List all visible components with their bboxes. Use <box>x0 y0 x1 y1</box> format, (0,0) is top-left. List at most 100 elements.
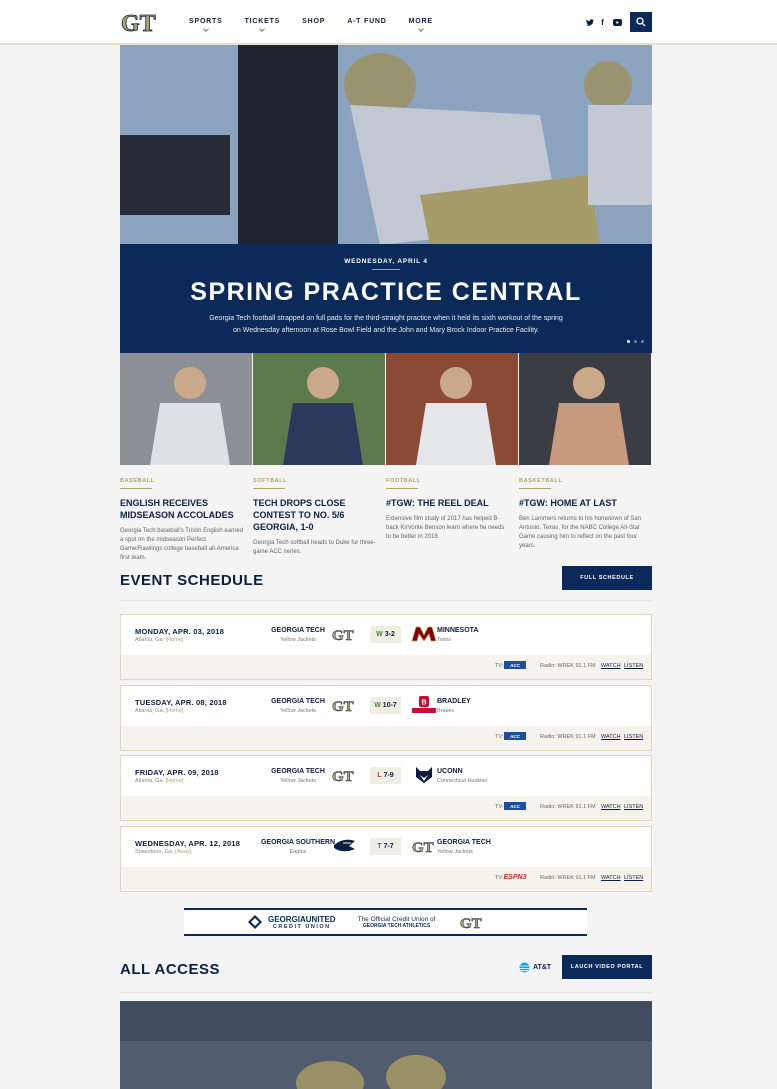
carousel-dot[interactable] <box>641 340 644 343</box>
nav-item[interactable]: SHOP <box>302 18 325 25</box>
result-letter: W <box>374 702 381 709</box>
att-globe-icon <box>519 962 530 973</box>
news-card-title[interactable]: #TGW: THE REEL DEAL <box>386 497 514 509</box>
tv-label: TV: <box>495 663 504 669</box>
news-cards: BASEBALL ENGLISH RECEIVES MIDSEASON ACCOL… <box>120 353 652 561</box>
news-card-image <box>386 353 518 465</box>
divider <box>253 488 285 489</box>
carousel-dot[interactable] <box>634 340 637 343</box>
news-card-title[interactable]: ENGLISH RECEIVES MIDSEASON ACCOLADES <box>120 497 248 521</box>
watch-link[interactable]: WATCH <box>601 663 621 669</box>
divider <box>519 488 551 489</box>
nav-item[interactable]: SPORTS <box>189 18 223 32</box>
sponsor-tagline-2: GEORGIA TECH ATHLETICS <box>362 922 431 929</box>
network-logo: ACC <box>504 661 526 669</box>
team2-name[interactable]: UCONN <box>437 768 517 775</box>
network-logo: ACC <box>504 802 526 810</box>
event-row[interactable]: FRIDAY, APR. 09, 2018 Atlanta, Ga. [Home]… <box>120 755 652 821</box>
svg-text:GT: GT <box>332 769 354 784</box>
facebook-icon[interactable]: f <box>597 17 608 28</box>
watch-link[interactable]: WATCH <box>601 875 621 881</box>
nav-item[interactable]: A-T FUND <box>347 18 386 25</box>
watch-link[interactable]: WATCH <box>601 804 621 810</box>
nav-label: SPORTS <box>189 18 223 25</box>
news-card[interactable]: BASEBALL ENGLISH RECEIVES MIDSEASON ACCOL… <box>120 353 252 563</box>
network-logo: ESPN3 <box>503 873 527 881</box>
team1-name[interactable]: GEORGIA TECH <box>258 627 338 634</box>
news-card-description: Extensive film study of 2017 has helped … <box>386 516 505 540</box>
event-broadcast-bar: TV: ACC Radio: WREK 91.1 FM WATCH LISTEN <box>121 796 651 820</box>
news-card-description: Ben Lammers returns to his hometown of S… <box>519 516 642 549</box>
result-letter: L <box>377 772 382 779</box>
carousel-dots <box>627 340 644 343</box>
twitter-icon[interactable] <box>584 17 595 28</box>
search-button[interactable] <box>630 12 652 32</box>
sponsor-subname: CREDIT UNION <box>272 923 331 930</box>
video-thumbnail[interactable] <box>120 1001 652 1089</box>
news-card-title[interactable]: TECH DROPS CLOSE CONTEST TO NO. 5/6 GEOR… <box>253 497 381 533</box>
team2-name[interactable]: GEORGIA TECH <box>437 839 517 846</box>
event-date: WEDNESDAY, APR. 12, 2018 <box>135 839 241 848</box>
gt-logo[interactable]: GT <box>120 9 162 37</box>
news-card[interactable]: BASKETBALL #TGW: HOME AT LAST Ben Lammers … <box>519 353 651 551</box>
event-date: FRIDAY, APR. 09, 2018 <box>135 768 219 777</box>
event-row[interactable]: TUESDAY, APR. 08, 2018 Atlanta, Ga. [Home… <box>120 685 652 751</box>
team1-logo: GT <box>331 625 357 643</box>
sponsor-tagline-1: The Official Credit Union of <box>357 915 436 923</box>
tv-label: TV: <box>495 804 504 810</box>
hero-image <box>120 45 652 245</box>
divider <box>120 488 152 489</box>
hero-caption: WEDNESDAY, APRIL 4 SPRING PRACTICE CENTR… <box>120 244 652 353</box>
news-card-category[interactable]: BASEBALL <box>120 478 252 484</box>
nav-item[interactable]: TICKETS <box>244 18 281 32</box>
event-row[interactable]: MONDAY, APR. 03, 2018 Atlanta, Ga. [Home]… <box>120 614 652 680</box>
team1-name[interactable]: GEORGIA SOUTHERN <box>258 839 338 846</box>
radio-info: Radio: WREK 91.1 FM <box>540 875 596 881</box>
hero-date: WEDNESDAY, APRIL 4 <box>344 258 428 265</box>
watch-link[interactable]: WATCH <box>601 734 621 740</box>
divider <box>386 488 418 489</box>
news-card-category[interactable]: FOOTBALL <box>386 478 518 484</box>
carousel-dot[interactable] <box>627 340 630 343</box>
hero-carousel[interactable]: WEDNESDAY, APRIL 4 SPRING PRACTICE CENTR… <box>120 45 652 353</box>
sponsor-tagline: The Official Credit Union of GEORGIA TEC… <box>358 916 436 929</box>
team1-name[interactable]: GEORGIA TECH <box>258 768 338 775</box>
news-card-category[interactable]: BASKETBALL <box>519 478 651 484</box>
listen-link[interactable]: LISTEN <box>624 734 643 740</box>
sponsor-banner[interactable]: GEORGIAUNITED CREDIT UNION The Official … <box>184 908 587 936</box>
news-card[interactable]: SOFTBALL TECH DROPS CLOSE CONTEST TO NO. … <box>253 353 385 557</box>
divider <box>120 600 652 601</box>
score-value: 10-7 <box>382 702 397 709</box>
launch-video-portal-button[interactable]: LAUCH VIDEO PORTAL <box>562 955 652 979</box>
team2-name[interactable]: BRADLEY <box>437 698 517 705</box>
news-card[interactable]: FOOTBALL #TGW: THE REEL DEAL Extensive fil… <box>386 353 518 542</box>
search-icon <box>636 17 646 27</box>
svg-text:B: B <box>421 700 426 707</box>
main-nav: SPORTS TICKETS SHOP A-T FUND MORE <box>189 18 455 32</box>
event-row[interactable]: WEDNESDAY, APR. 12, 2018 Statesboro, Ga. … <box>120 826 652 892</box>
team2-name[interactable]: MINNESOTA <box>437 627 517 634</box>
event-score: W 3-2 <box>370 626 401 643</box>
news-card-title[interactable]: #TGW: HOME AT LAST <box>519 497 647 509</box>
news-card-description: Georgia Tech softball heads to Duke for … <box>253 540 376 555</box>
news-card-category[interactable]: SOFTBALL <box>253 478 385 484</box>
event-location: Atlanta, Ga. [Home] <box>135 708 183 714</box>
listen-link[interactable]: LISTEN <box>624 663 643 669</box>
team1-name[interactable]: GEORGIA TECH <box>258 698 338 705</box>
news-card-image <box>519 353 651 465</box>
full-schedule-button[interactable]: FULL SCHEDULE <box>562 566 652 590</box>
event-score: T 7-7 <box>370 838 401 855</box>
score-value: 3-2 <box>384 631 395 638</box>
news-card-image <box>253 353 385 465</box>
listen-link[interactable]: LISTEN <box>624 875 643 881</box>
svg-text:GT: GT <box>412 840 434 855</box>
hero-title[interactable]: SPRING PRACTICE CENTRAL <box>120 278 652 307</box>
listen-link[interactable]: LISTEN <box>624 804 643 810</box>
nav-item[interactable]: MORE <box>409 18 433 32</box>
sponsor-name: GEORGIAUNITED <box>268 914 336 924</box>
nav-label: TICKETS <box>244 18 281 25</box>
tv-label: TV: <box>495 875 504 881</box>
news-card-image <box>120 353 252 465</box>
youtube-icon[interactable] <box>612 17 623 28</box>
team2-logo <box>411 766 437 784</box>
